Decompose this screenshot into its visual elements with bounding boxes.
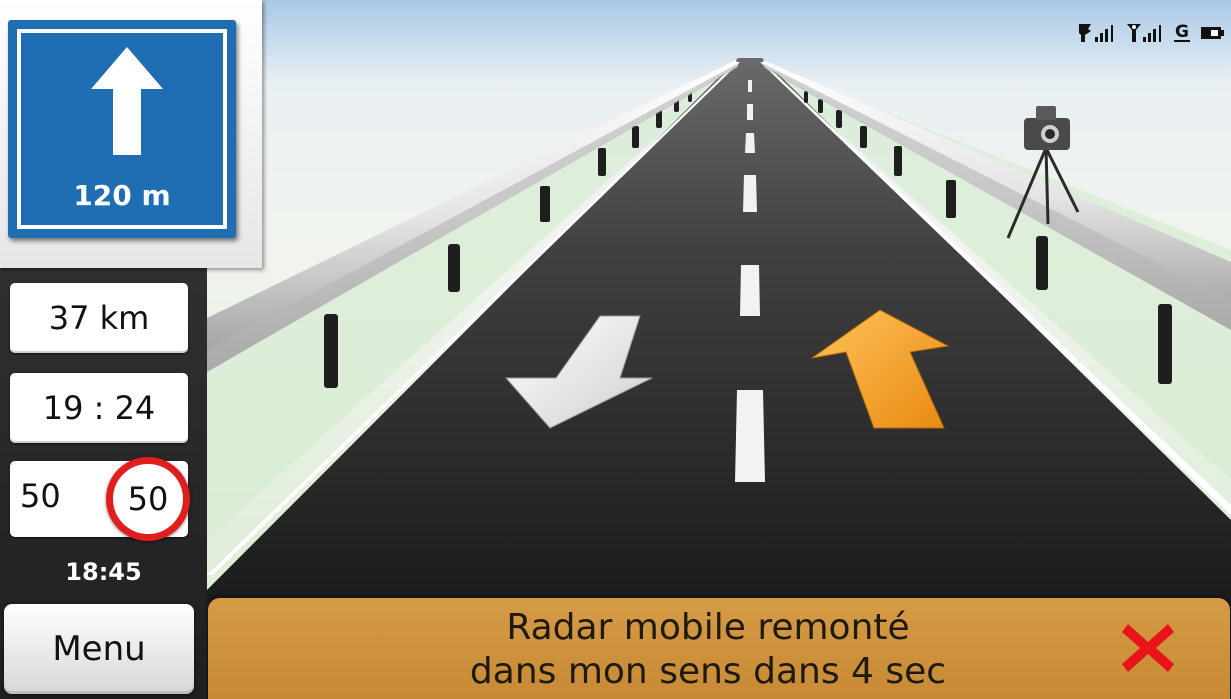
alert-line-2: dans mon sens dans 4 sec	[469, 651, 947, 692]
gprs-icon: G	[1173, 21, 1191, 45]
battery-icon	[1199, 21, 1225, 45]
close-icon[interactable]	[1120, 620, 1176, 676]
status-bar: G	[1077, 18, 1225, 48]
speed-panel: 50 50	[10, 457, 190, 541]
alert-message: Radar mobile remonté dans mon sens dans …	[358, 606, 1058, 694]
clock: 18:45	[65, 558, 142, 586]
maneuver-sign: 120 m	[8, 20, 236, 238]
arrow-straight-up-icon	[91, 47, 163, 155]
maneuver-distance: 120 m	[73, 179, 171, 212]
svg-text:G: G	[1175, 22, 1189, 42]
menu-button[interactable]: Menu	[4, 604, 194, 694]
current-speed: 50	[20, 477, 61, 515]
maneuver-panel[interactable]: 120 m	[0, 0, 262, 268]
gsm-signal-icon	[1125, 21, 1165, 45]
gps-satellite-signal-icon	[1077, 21, 1117, 45]
radar-alert-banner: Radar mobile remonté dans mon sens dans …	[208, 598, 1230, 699]
remaining-distance[interactable]: 37 km	[10, 283, 188, 353]
alert-line-1: Radar mobile remonté	[506, 607, 910, 648]
arrival-time[interactable]: 19 : 24	[10, 373, 188, 443]
speed-limit-sign: 50	[106, 457, 190, 541]
